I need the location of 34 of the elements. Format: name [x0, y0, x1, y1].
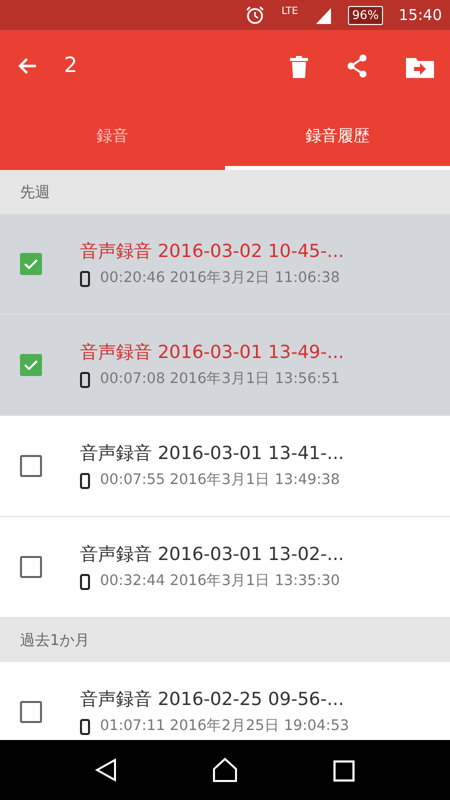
checkbox[interactable] [20, 556, 42, 578]
recording-title: 音声録音 2016-03-01 13-49-... [80, 341, 344, 366]
checkbox[interactable] [20, 354, 42, 376]
section-header: 先週 [0, 170, 450, 214]
recording-title: 音声録音 2016-03-02 10-45-... [80, 240, 344, 264]
back-nav-button[interactable] [95, 758, 118, 782]
checkbox[interactable] [20, 253, 42, 275]
checkbox[interactable] [20, 701, 42, 723]
recent-apps-button[interactable] [332, 758, 355, 782]
phone-icon [80, 473, 90, 489]
phone-icon [80, 719, 90, 735]
phone-icon [80, 271, 90, 287]
section-header: 過去1か月 [0, 618, 450, 662]
tab[interactable]: 録音 [0, 102, 225, 170]
recording-details: 01:07:11 2016年2月25日 19:04:53 [100, 717, 350, 736]
recording-details: 00:32:44 2016年3月1日 13:35:30 [100, 572, 340, 592]
alarm-icon [245, 5, 266, 25]
recording-title: 音声録音 2016-02-25 09-56-... [80, 688, 346, 712]
recording-title: 音声録音 2016-03-01 13-41-... [80, 442, 344, 466]
clock: 15:40 [398, 4, 442, 26]
delete-button[interactable] [290, 54, 308, 78]
home-button[interactable] [212, 757, 238, 783]
recording-details: 00:07:08 2016年3月1日 13:56:51 [100, 370, 340, 390]
phone-icon [80, 372, 90, 388]
recording-details: 00:20:46 2016年3月2日 11:06:38 [100, 269, 340, 288]
recording-details: 00:07:55 2016年3月1日 13:49:38 [100, 471, 340, 490]
recording-title: 音声録音 2016-03-01 13-02-... [80, 543, 344, 568]
share-button[interactable] [346, 54, 368, 78]
phone-icon [80, 574, 90, 590]
selection-count: 2 [64, 52, 78, 80]
network-label: LTE [281, 5, 298, 19]
battery-indicator: 96% [348, 6, 383, 24]
signal-icon [314, 6, 332, 24]
checkbox[interactable] [20, 455, 42, 477]
